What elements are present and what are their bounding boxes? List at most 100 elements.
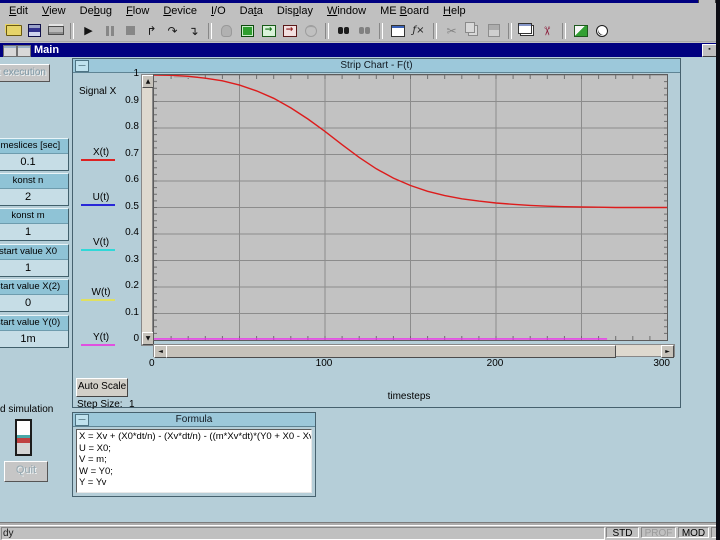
status-bar: dy STDPROFMODVIS xyxy=(0,526,716,540)
menu-item-display[interactable]: Display xyxy=(270,4,320,19)
toolbar-separator xyxy=(508,23,512,39)
break-connection-icon[interactable] xyxy=(538,22,557,40)
chart-plot-area xyxy=(153,74,668,341)
window-icon[interactable] xyxy=(517,22,536,40)
formula-text-area[interactable]: X = Xv + (X0*dt/n) - (Xv*dt/n) - ((m*Xv*… xyxy=(76,429,312,493)
menu-item-view[interactable]: View xyxy=(35,4,73,19)
simulation-toggle-switch[interactable] xyxy=(15,419,32,456)
step-over-icon[interactable] xyxy=(163,22,182,40)
formula-line: W = Y0; xyxy=(79,466,309,478)
field-timeslices-value[interactable]: 0.1 xyxy=(0,154,68,170)
save-icon[interactable] xyxy=(25,22,44,40)
main-window-system-icon[interactable] xyxy=(3,45,17,57)
module-list-icon[interactable] xyxy=(238,22,257,40)
strip-chart-titlebar[interactable]: Strip Chart - F(t) xyxy=(73,59,680,73)
y-tick-label: 0.1 xyxy=(101,307,139,318)
properties-icon[interactable] xyxy=(388,22,407,40)
formula-title: Formula xyxy=(73,414,315,425)
chart-vertical-scrollbar[interactable] xyxy=(141,74,153,346)
stop-icon xyxy=(121,22,140,40)
strip-chart-title: Strip Chart - F(t) xyxy=(73,60,680,71)
toolbar-separator xyxy=(325,23,329,39)
y-tick-label: 0 xyxy=(101,333,139,344)
field-start-value-x0-label: start value X0 xyxy=(0,245,68,260)
goto-module-icon[interactable] xyxy=(259,22,278,40)
menu-item-i-o[interactable]: I/O xyxy=(204,4,233,19)
main-window-title: Main xyxy=(34,44,59,56)
menu-item-help[interactable]: Help xyxy=(436,4,473,19)
menu-item-device[interactable]: Device xyxy=(156,4,204,19)
simulation-label: d simulation xyxy=(0,404,53,415)
step-size-label: Step Size: xyxy=(77,399,123,410)
probe-icon[interactable] xyxy=(280,22,299,40)
menu-item-window[interactable]: Window xyxy=(320,4,373,19)
field-start-value-x0: start value X01 xyxy=(0,244,69,277)
menu-item-data[interactable]: Data xyxy=(233,4,270,19)
x-tick-label: 200 xyxy=(475,358,515,369)
legend-color-line xyxy=(81,299,115,301)
chart-horizontal-scrollbar[interactable] xyxy=(153,344,675,357)
run-icon[interactable] xyxy=(79,22,98,40)
cut-icon xyxy=(442,22,461,40)
y-tick-label: 0.8 xyxy=(101,121,139,132)
timer-icon[interactable] xyxy=(592,22,611,40)
toolbar-separator xyxy=(379,23,383,39)
formula-icon[interactable] xyxy=(409,22,428,40)
x-axis-label: timesteps xyxy=(329,391,489,402)
pause-icon xyxy=(100,22,119,40)
quit-button[interactable]: Quit xyxy=(4,461,48,482)
hold-icon xyxy=(217,22,236,40)
strip-chart-minimize-button[interactable] xyxy=(75,60,89,72)
field-konst-n-value[interactable]: 2 xyxy=(0,189,68,205)
field-start-value-y0: start value Y(0)1m xyxy=(0,315,69,348)
find-icon[interactable] xyxy=(334,22,353,40)
legend-color-line xyxy=(81,344,115,346)
step-size-value: 1 xyxy=(129,399,135,410)
menu-item-debug[interactable]: Debug xyxy=(73,4,119,19)
formula-line: U = X0; xyxy=(79,443,309,455)
formula-window: Formula X = Xv + (X0*dt/n) - (Xv*dt/n) -… xyxy=(72,412,316,497)
menu-item-edit[interactable]: Edit xyxy=(2,4,35,19)
field-konst-m-value[interactable]: 1 xyxy=(0,224,68,240)
step-into-icon[interactable] xyxy=(142,22,161,40)
field-start-value-x2: start value X(2)0 xyxy=(0,279,69,312)
step-out-icon[interactable] xyxy=(184,22,203,40)
field-konst-n-label: konst n xyxy=(0,174,68,189)
legend-color-line xyxy=(81,249,115,251)
auto-scale-button[interactable]: Auto Scale xyxy=(76,378,128,397)
chart-icon[interactable] xyxy=(571,22,590,40)
find-next-icon xyxy=(355,22,374,40)
toolbar-separator xyxy=(70,23,74,39)
scroll-right-icon[interactable] xyxy=(661,345,674,358)
scrollbar-thumb[interactable] xyxy=(166,345,616,358)
main-window-grid-icon[interactable] xyxy=(17,45,31,57)
main-window-restore-button[interactable] xyxy=(702,44,717,57)
x-tick-label: 0 xyxy=(149,358,165,369)
toolbar-separator xyxy=(208,23,212,39)
execution-button[interactable]: t execution xyxy=(0,64,50,82)
formula-titlebar[interactable]: Formula xyxy=(73,413,315,427)
menu-item-flow[interactable]: Flow xyxy=(119,4,156,19)
field-start-value-x2-value[interactable]: 0 xyxy=(0,295,68,311)
main-window-titlebar[interactable] xyxy=(0,43,716,57)
menu-item-me-board[interactable]: ME Board xyxy=(373,4,436,19)
field-konst-m-label: konst m xyxy=(0,209,68,224)
field-konst-m: konst m1 xyxy=(0,208,69,241)
toolbar-separator xyxy=(562,23,566,39)
field-start-value-x0-value[interactable]: 1 xyxy=(0,260,68,276)
y-tick-label: 0.7 xyxy=(101,148,139,159)
formula-minimize-button[interactable] xyxy=(75,414,89,426)
x-tick-label: 100 xyxy=(304,358,344,369)
y-tick-label: 0.6 xyxy=(101,174,139,185)
open-icon[interactable] xyxy=(4,22,23,40)
legend-label-vt: V(t) xyxy=(81,237,121,248)
field-konst-n: konst n2 xyxy=(0,173,69,206)
application-window: EditViewDebugFlowDeviceI/ODataDisplayWin… xyxy=(0,0,720,540)
menu-bar: EditViewDebugFlowDeviceI/ODataDisplayWin… xyxy=(0,3,716,20)
y-tick-label: 0.3 xyxy=(101,254,139,265)
y-tick-label: 0.5 xyxy=(101,201,139,212)
status-message: dy xyxy=(1,527,605,540)
print-icon[interactable] xyxy=(46,22,65,40)
screen-right-edge xyxy=(716,0,720,540)
field-start-value-y0-value[interactable]: 1m xyxy=(0,331,68,347)
